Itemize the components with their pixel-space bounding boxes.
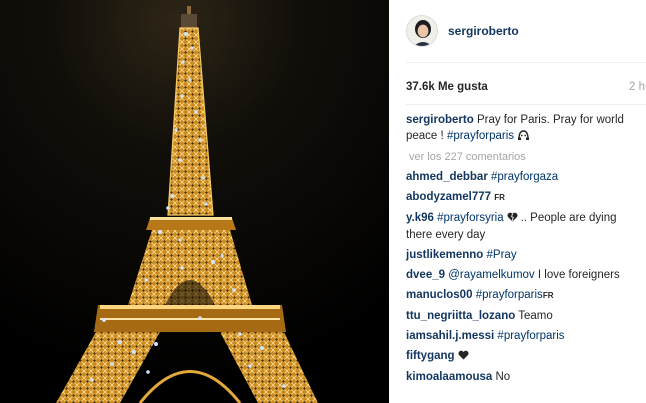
comment-item: justlikemenno #Pray <box>406 247 642 263</box>
comment-username[interactable]: manuclos00 <box>406 289 472 301</box>
divider <box>406 104 646 105</box>
caption-hashtag[interactable]: #prayforparis <box>447 130 514 142</box>
praying-face-icon <box>517 130 530 142</box>
comment-text: Teamo <box>518 310 553 322</box>
divider <box>406 62 646 63</box>
comment-username[interactable]: justlikemenno <box>406 249 483 261</box>
avatar[interactable] <box>406 15 438 47</box>
post-photo[interactable] <box>0 0 389 403</box>
comment-item: ahmed_debbar #prayforgaza <box>406 169 642 185</box>
comment-hashtag[interactable]: #prayforparis <box>476 289 543 301</box>
comment-item: fiftygang <box>406 348 642 365</box>
comment-text: No <box>495 371 511 383</box>
comment-username[interactable]: ahmed_debbar <box>406 171 488 183</box>
comment-username[interactable]: dvee_9 <box>406 269 445 281</box>
comment-username[interactable]: kimoalaamousa <box>406 371 492 383</box>
comment-item: abodyzamel777 FR <box>406 189 642 206</box>
post-username[interactable]: sergiroberto <box>448 24 519 38</box>
comment-username[interactable]: iamsahil.j.messi <box>406 330 494 342</box>
post-caption: sergiroberto Pray for Paris. Pray for wo… <box>406 112 642 144</box>
comment-item: dvee_9 @rayamelkumov I love foreigners <box>406 267 642 283</box>
view-all-comments-link[interactable]: ver los 227 comentarios <box>409 151 642 163</box>
comments-list: sergiroberto Pray for Paris. Pray for wo… <box>406 112 642 385</box>
post-header: sergiroberto <box>389 0 646 62</box>
comment-item: iamsahil.j.messi #prayforparis <box>406 328 642 344</box>
comment-username[interactable]: fiftygang <box>406 350 455 362</box>
black-heart-icon <box>458 350 469 362</box>
comment-hashtag[interactable]: #prayforgaza <box>491 171 558 183</box>
comment-item: ttu_negriitta_lozano Teamo <box>406 308 642 324</box>
comment-mention[interactable]: @rayamelkumov <box>448 269 534 281</box>
comment-hashtag[interactable]: #Pray <box>487 249 517 261</box>
comment-item: y.k96 #prayforsyria .. People are dying … <box>406 210 642 243</box>
comment-username[interactable]: y.k96 <box>406 212 434 224</box>
comment-hashtag[interactable]: #prayforparis <box>497 330 564 342</box>
eiffel-tower-image <box>0 0 389 403</box>
fr-badge: FR <box>542 291 554 300</box>
comment-item: kimoalaamousa No <box>406 369 642 385</box>
caption-username[interactable]: sergiroberto <box>406 114 474 126</box>
broken-heart-icon <box>507 212 521 224</box>
fr-badge: FR <box>494 193 505 202</box>
post-time: 2 h <box>629 81 645 93</box>
comment-username[interactable]: abodyzamel777 <box>406 191 491 203</box>
comment-item: manuclos00 #prayforparisFR <box>406 287 642 304</box>
likes-count[interactable]: 37.6k Me gusta <box>406 81 488 93</box>
post-details-panel: sergiroberto 37.6k Me gusta 2 h sergirob… <box>389 0 646 403</box>
comment-hashtag[interactable]: #prayforsyria <box>437 212 503 224</box>
comment-text: I love foreigners <box>537 269 620 281</box>
comment-username[interactable]: ttu_negriitta_lozano <box>406 310 515 322</box>
